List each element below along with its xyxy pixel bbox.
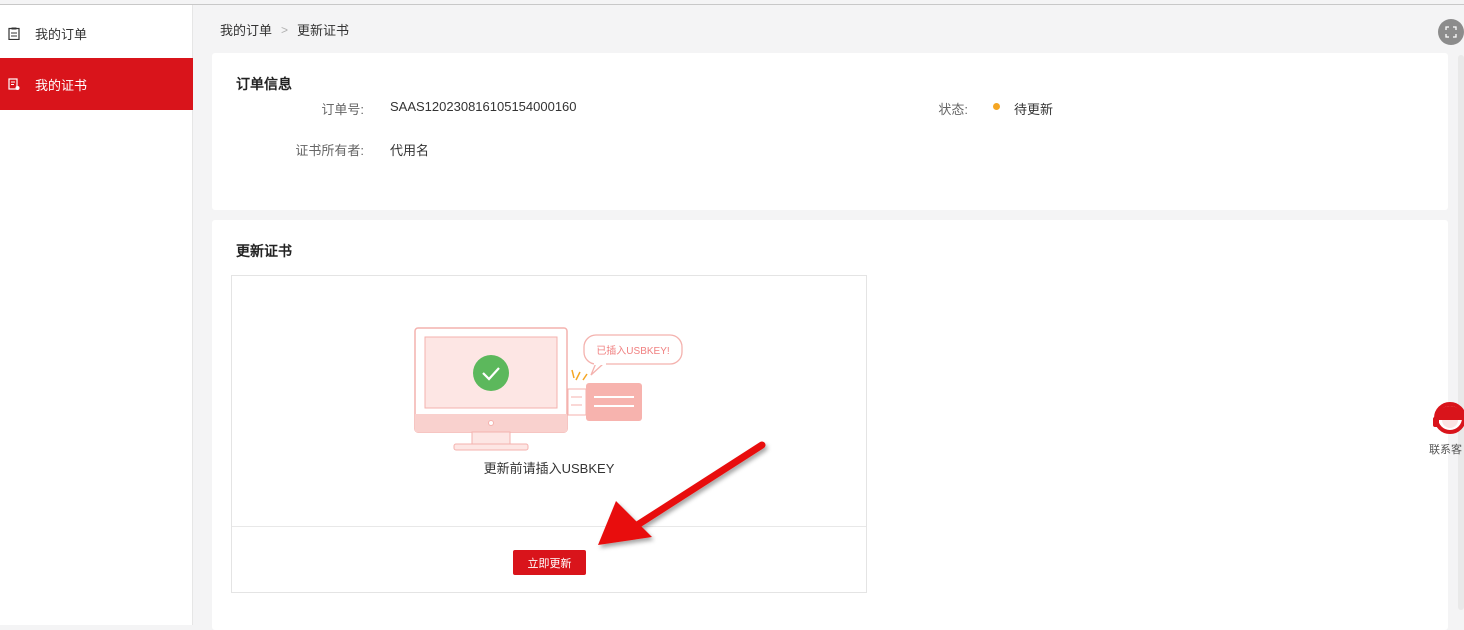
- order-info-card: 订单信息 订单号: SAAS120230816105154000160 状态: …: [212, 53, 1448, 210]
- scan-icon[interactable]: [1438, 19, 1464, 45]
- top-border: [0, 4, 1464, 5]
- owner-label: 证书所有者:: [295, 143, 364, 158]
- success-check-icon: [473, 355, 509, 391]
- certificate-icon: [8, 77, 20, 90]
- breadcrumb-item-orders[interactable]: 我的订单: [220, 20, 272, 39]
- owner-value: 代用名: [390, 143, 430, 158]
- status-dot: [993, 103, 1000, 110]
- sidebar-item-my-orders[interactable]: 我的订单: [0, 7, 193, 59]
- breadcrumb-separator: >: [281, 22, 289, 37]
- customer-service-label[interactable]: 联系客: [1429, 441, 1462, 457]
- status-value: 待更新: [1014, 102, 1054, 117]
- annotation-arrow: [598, 441, 766, 545]
- breadcrumb: 我的订单 > 更新证书: [220, 20, 349, 39]
- order-no-value: SAAS120230816105154000160: [390, 99, 577, 114]
- update-cert-title: 更新证书: [236, 243, 292, 259]
- sidebar-item-my-certificates[interactable]: 我的证书: [0, 58, 193, 110]
- order-no-label: 订单号:: [321, 102, 364, 117]
- order-info-title: 订单信息: [236, 76, 292, 92]
- status-label: 状态:: [938, 102, 968, 117]
- breadcrumb-item-update-cert: 更新证书: [297, 23, 350, 38]
- sidebar: 我的订单 我的证书: [0, 5, 193, 625]
- sidebar-item-label: 我的订单: [35, 26, 88, 42]
- sidebar-item-label: 我的证书: [35, 77, 88, 93]
- clipboard-icon: [8, 27, 20, 40]
- bubble-text: 已插入USBKEY!: [596, 344, 669, 357]
- update-now-button[interactable]: 立即更新: [513, 550, 586, 575]
- scrollbar[interactable]: [1458, 55, 1464, 610]
